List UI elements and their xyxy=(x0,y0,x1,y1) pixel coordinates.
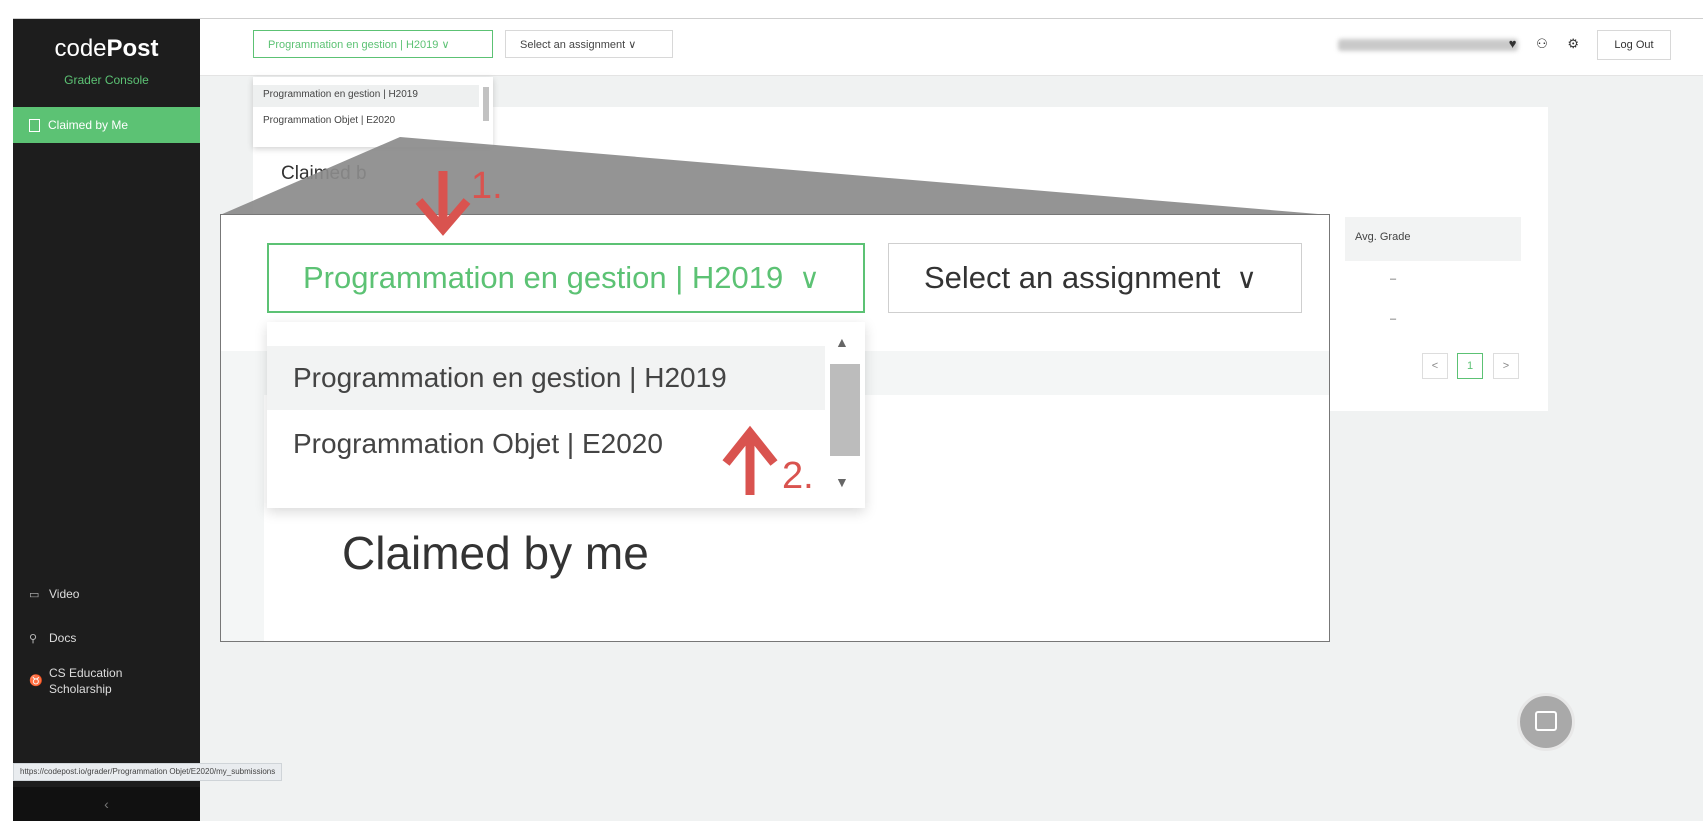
annotation-arrows xyxy=(415,171,778,495)
app-window: codePost Grader Console Claimed by Me ▭ V… xyxy=(13,18,1703,821)
chat-widget-icon[interactable] xyxy=(1517,693,1575,751)
step-1-label: 1. xyxy=(471,165,503,207)
step-2-label: 2. xyxy=(782,455,814,497)
arrow-up-icon xyxy=(722,425,778,495)
status-bar-url: https://codepost.io/grader/Programmation… xyxy=(13,763,283,781)
arrow-down-icon xyxy=(415,171,471,236)
